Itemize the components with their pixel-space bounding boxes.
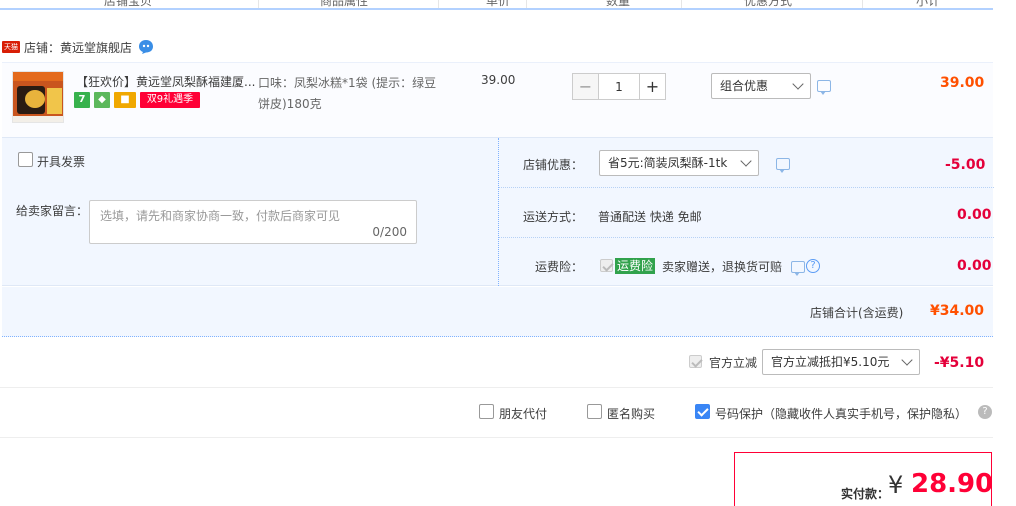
promo-badge[interactable]: 双9礼遇季 (140, 92, 200, 108)
insurance-amount: 0.00 (957, 258, 992, 274)
chevron-down-icon (740, 155, 752, 167)
shop-name[interactable]: 店铺：黄远堂旗舰店 (24, 39, 132, 56)
insurance-row: 运费险： 卖家赠送，退换货可赔 ? 0.00 (499, 238, 994, 288)
store-discount-row: 店铺优惠： 省5元:简装凤梨酥-1tk -5.00 (499, 138, 994, 188)
privacy-protection-label: 号码保护（隐藏收件人真实手机号，保护隐私） (715, 407, 968, 421)
privacy-protection-checkbox[interactable] (695, 404, 710, 419)
col-unit-price: 单价 (486, 0, 511, 8)
memo-placeholder: 选填，请先和商家协商一致，付款后商家可见 (100, 209, 341, 223)
order-options-left: 开具发票 给卖家留言： 选填，请先和商家协商一致，付款后商家可见 0/200 (2, 138, 498, 286)
store-discount-select-value: 省5元:简装凤梨酥-1tk (608, 156, 728, 170)
tmall-badge-icon: 天猫 (2, 41, 20, 53)
friend-pay-label: 朋友代付 (499, 407, 548, 421)
guarantee-shield-icon[interactable]: ◆ (94, 92, 110, 108)
store-discount-label: 店铺优惠： (523, 158, 584, 172)
store-total-label: 店铺合计(含运费) (810, 306, 904, 320)
shop-row: 天猫 店铺：黄远堂旗舰店 (2, 38, 154, 56)
column-header: 店铺宝贝 商品属性 单价 数量 优惠方式 小计 (0, 0, 993, 10)
col-quantity: 数量 (606, 0, 631, 8)
quantity-input[interactable] (599, 73, 639, 100)
actual-payment-label: 实付款： (841, 487, 890, 501)
store-discount-info-icon[interactable] (776, 158, 790, 173)
shipping-amount: 0.00 (957, 207, 992, 223)
item-subtotal: 39.00 (940, 75, 985, 91)
platform-discount-label: 官方立减 (709, 356, 758, 370)
column-divider (681, 0, 682, 8)
insurance-badge: 运费险 (615, 258, 656, 274)
cart-item-row: 【狂欢价】黄远堂凤梨酥福建厦... 7 ◆ ■ 双9礼遇季 口味：凤梨冰糕*1袋… (2, 62, 993, 138)
privacy-help-icon[interactable]: ? (978, 405, 992, 419)
shipping-method: 普通配送 快递 免邮 (598, 210, 702, 224)
wangwang-chat-icon[interactable] (138, 39, 154, 55)
invoice-label: 开具发票 (37, 155, 86, 169)
product-attributes: 口味：凤梨冰糕*1袋 (提示：绿豆饼皮)180克 (258, 76, 437, 111)
platform-discount-amount: -¥5.10 (934, 355, 985, 371)
insurance-label: 运费险： (535, 260, 584, 274)
insurance-chat-icon[interactable] (791, 261, 805, 276)
anonymous-purchase-checkbox[interactable] (587, 404, 602, 419)
unit-price: 39.00 (481, 73, 516, 87)
insurance-text: 卖家赠送，退换货可赔 (662, 260, 783, 274)
product-tags: 7 ◆ ■ 双9礼遇季 (74, 92, 200, 108)
store-discount-select[interactable]: 省5元:简装凤梨酥-1tk (599, 150, 759, 176)
shipping-label: 运送方式： (523, 210, 584, 224)
order-options: 开具发票 给卖家留言： 选填，请先和商家协商一致，付款后商家可见 0/200 店… (2, 138, 994, 288)
credit-card-icon[interactable]: ■ (114, 92, 136, 108)
chevron-down-icon (901, 354, 913, 366)
product-thumbnail[interactable] (12, 71, 64, 123)
currency-symbol: ¥ (888, 471, 904, 499)
friend-pay-checkbox[interactable] (479, 404, 494, 419)
order-options-right: 店铺优惠： 省5元:简装凤梨酥-1tk -5.00 运送方式： 普通配送 快递 … (498, 138, 994, 288)
store-total-amount: ¥34.00 (930, 303, 985, 319)
col-shop-item: 店铺宝贝 (104, 0, 153, 8)
discount-select-value: 组合优惠 (720, 79, 769, 93)
decrease-quantity-button[interactable]: − (572, 73, 599, 100)
col-attributes: 商品属性 (320, 0, 369, 8)
increase-quantity-button[interactable]: + (639, 73, 666, 100)
column-divider (862, 0, 863, 8)
memo-label: 给卖家留言： (16, 204, 89, 218)
chevron-down-icon (792, 78, 804, 90)
discount-select[interactable]: 组合优惠 (711, 73, 811, 99)
discount-info-icon[interactable] (817, 80, 831, 95)
platform-discount-select-value: 官方立减抵扣¥5.10元 (771, 355, 890, 369)
insurance-help-icon[interactable]: ? (806, 259, 820, 273)
store-total-row: 店铺合计(含运费) ¥34.00 (2, 287, 993, 337)
col-discount: 优惠方式 (744, 0, 793, 8)
actual-payment-amount: 28.90 (911, 469, 994, 499)
col-subtotal: 小计 (916, 0, 941, 8)
column-divider (258, 0, 259, 8)
platform-discount-row: 官方立减 官方立减抵扣¥5.10元 -¥5.10 (0, 338, 993, 388)
store-discount-amount: -5.00 (945, 157, 986, 173)
invoice-checkbox[interactable] (18, 152, 33, 167)
seven-day-return-icon[interactable]: 7 (74, 92, 90, 108)
actual-payment-box: 实付款： ¥ 28.90 (734, 452, 994, 506)
platform-discount-select[interactable]: 官方立减抵扣¥5.10元 (762, 349, 920, 375)
product-title[interactable]: 【狂欢价】黄远堂凤梨酥福建厦... (76, 73, 256, 90)
anonymous-purchase-label: 匿名购买 (607, 407, 656, 421)
insurance-checkbox[interactable] (600, 259, 613, 272)
checkout-page: 店铺宝贝 商品属性 单价 数量 优惠方式 小计 天猫 店铺：黄远堂旗舰店 【狂欢… (0, 0, 1016, 506)
column-divider (526, 0, 527, 8)
payment-options-row: 朋友代付 匿名购买 号码保护（隐藏收件人真实手机号，保护隐私） ? (0, 388, 993, 438)
memo-char-count: 0/200 (372, 225, 407, 239)
seller-memo-textarea[interactable]: 选填，请先和商家协商一致，付款后商家可见 0/200 (89, 200, 417, 244)
shipping-row: 运送方式： 普通配送 快递 免邮 0.00 (499, 188, 994, 238)
quantity-stepper: − + (572, 73, 666, 100)
platform-discount-checkbox[interactable] (689, 355, 702, 368)
column-divider (438, 0, 439, 8)
